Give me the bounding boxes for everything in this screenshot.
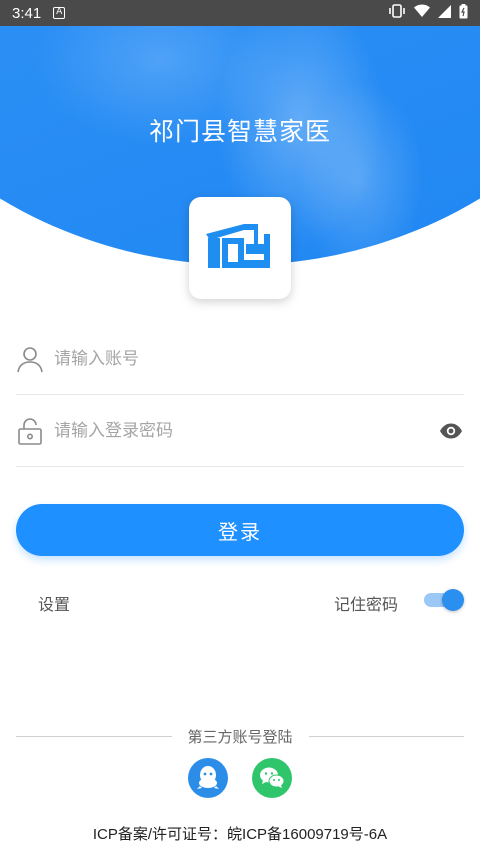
show-password-eye-icon[interactable] bbox=[438, 418, 464, 444]
divider-line-left bbox=[16, 735, 172, 737]
status-icons bbox=[388, 3, 468, 23]
icp-license-text: ICP备案/许可证号：皖ICP备16009719号-6A bbox=[92, 826, 388, 843]
status-time: 3:41 bbox=[12, 4, 42, 22]
status-bar: 3:41 A bbox=[0, 0, 480, 26]
account-input[interactable] bbox=[54, 348, 414, 369]
wifi-icon bbox=[414, 4, 430, 22]
notification-icon: A bbox=[53, 7, 66, 19]
password-field-row bbox=[16, 395, 464, 467]
wechat-login-button[interactable] bbox=[252, 758, 292, 798]
app-logo bbox=[189, 197, 291, 299]
login-button[interactable]: 登录 bbox=[16, 504, 464, 556]
vibrate-icon bbox=[388, 4, 406, 22]
house-logo-icon bbox=[206, 224, 270, 268]
third-party-label: 第三方账号登陆 bbox=[187, 727, 293, 746]
wechat-icon bbox=[260, 767, 285, 788]
remember-password-toggle[interactable] bbox=[424, 589, 464, 611]
user-icon bbox=[16, 345, 44, 373]
signal-icon bbox=[438, 4, 451, 22]
app-title: 祁门县智慧家医 bbox=[148, 117, 331, 146]
account-field-row bbox=[16, 323, 464, 395]
third-party-divider: 第三方账号登陆 bbox=[16, 725, 465, 747]
qq-login-button[interactable] bbox=[188, 758, 228, 798]
password-input[interactable] bbox=[54, 420, 414, 441]
remember-password-label: 记住密码 bbox=[333, 595, 398, 614]
settings-link[interactable]: 设置 bbox=[38, 591, 70, 615]
lock-icon bbox=[16, 417, 44, 445]
toggle-thumb bbox=[442, 589, 464, 611]
qq-icon bbox=[197, 766, 219, 789]
battery-icon bbox=[459, 3, 468, 23]
divider-line-right bbox=[308, 735, 465, 737]
